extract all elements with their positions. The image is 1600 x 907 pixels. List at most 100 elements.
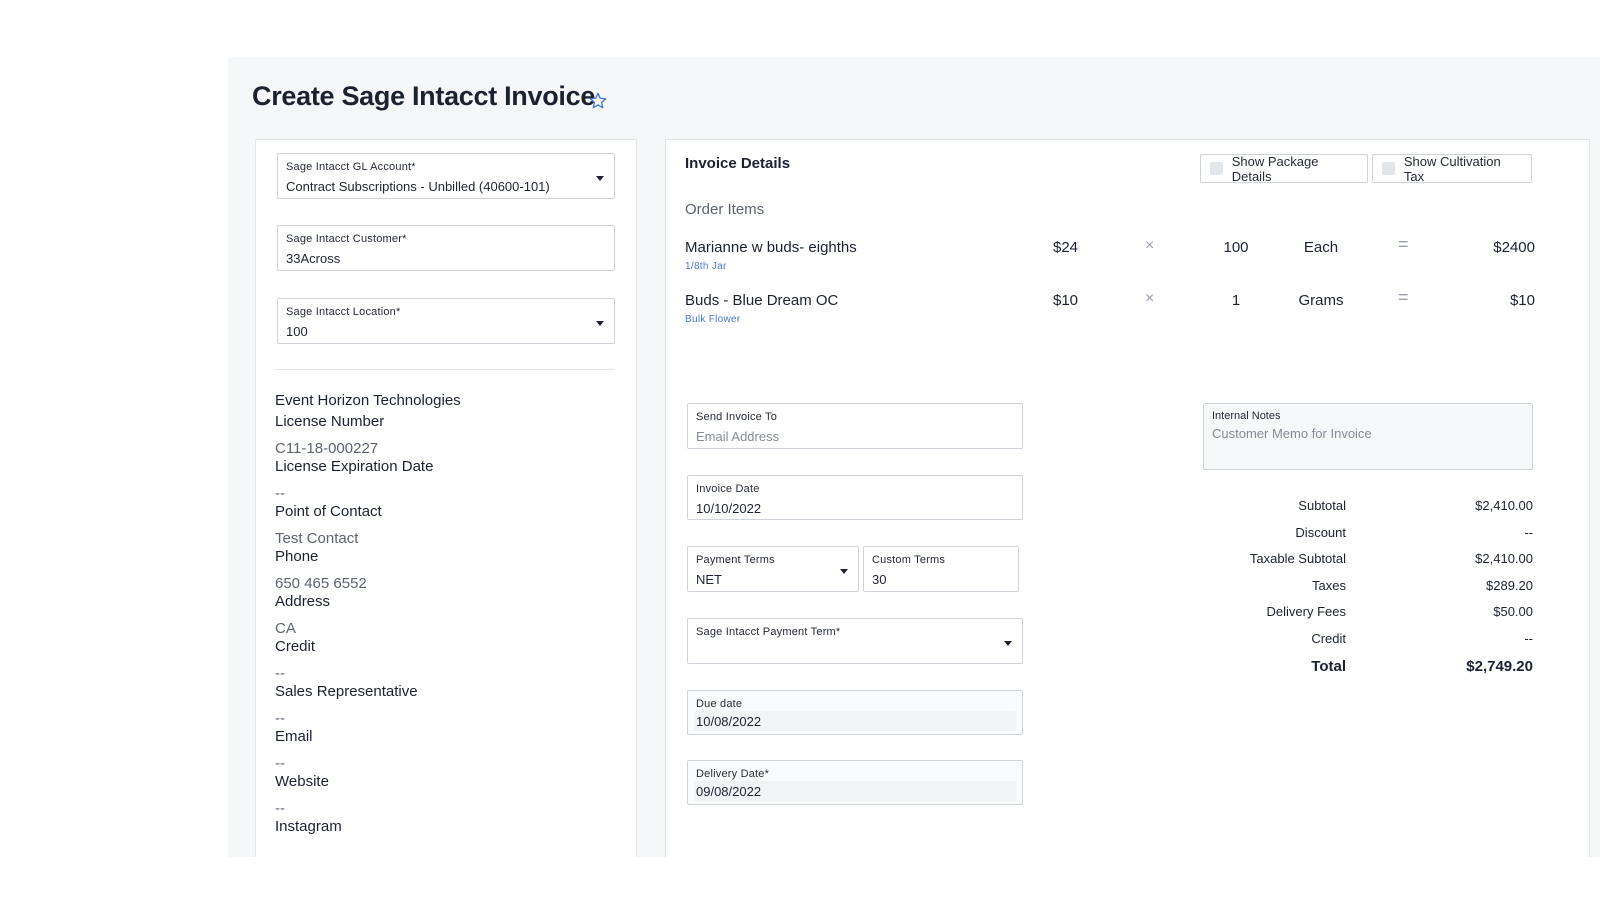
invoice-date-input[interactable]: Invoice Date 10/10/2022 xyxy=(687,475,1023,520)
invoice-details-title: Invoice Details xyxy=(685,155,791,172)
subtotal-label: Subtotal xyxy=(1298,498,1346,513)
taxable-subtotal-row: Taxable Subtotal $2,410.00 xyxy=(1226,551,1536,578)
website-label: Website xyxy=(275,773,329,790)
item-unit: Grams xyxy=(1298,292,1344,309)
send-invoice-to-placeholder: Email Address xyxy=(696,429,780,444)
total-value: $2,749.20 xyxy=(1466,657,1533,675)
payment-terms-value: NET xyxy=(696,572,722,587)
credit-label: Credit xyxy=(275,638,316,655)
order-item-row: Marianne w buds- eighths 1/8th Jar $24 ×… xyxy=(685,234,1565,279)
total-label: Total xyxy=(1311,657,1346,675)
internal-notes-placeholder: Customer Memo for Invoice xyxy=(1212,426,1372,441)
page-title: Create Sage Intacct Invoice xyxy=(252,81,596,111)
due-date-label: Due date xyxy=(696,698,743,710)
license-expiration-value: -- xyxy=(275,485,285,502)
sage-payment-term-label: Sage Intacct Payment Term* xyxy=(696,626,841,638)
equals-icon: = xyxy=(1398,234,1409,254)
caret-down-icon xyxy=(1004,641,1012,646)
sage-payment-term-select[interactable]: Sage Intacct Payment Term* xyxy=(687,618,1023,664)
due-date-value: 10/08/2022 xyxy=(696,714,762,729)
location-select[interactable]: Sage Intacct Location* 100 xyxy=(277,298,615,344)
discount-row: Discount -- xyxy=(1226,525,1536,552)
taxes-value: $289.20 xyxy=(1486,577,1533,593)
website-value: -- xyxy=(275,800,285,817)
order-items-label: Order Items xyxy=(685,201,765,218)
custom-terms-input[interactable]: Custom Terms 30 xyxy=(863,546,1019,592)
location-value: 100 xyxy=(286,324,308,339)
multiply-icon: × xyxy=(1145,290,1155,307)
invoice-date-value: 10/10/2022 xyxy=(696,501,762,516)
show-package-details-toggle[interactable]: Show Package Details xyxy=(1200,153,1368,184)
divider xyxy=(275,369,615,370)
location-label: Sage Intacct Location* xyxy=(286,306,401,318)
customer-info: Event Horizon Technologies License Numbe… xyxy=(275,392,615,836)
delivery-fees-value: $50.00 xyxy=(1493,604,1533,620)
delivery-fees-label: Delivery Fees xyxy=(1266,604,1346,620)
item-name: Buds - Blue Dream OC xyxy=(685,292,839,309)
sales-rep-label: Sales Representative xyxy=(275,683,418,700)
address-label: Address xyxy=(275,593,331,610)
delivery-date-value: 09/08/2022 xyxy=(696,784,762,799)
invoice-date-label: Invoice Date xyxy=(696,483,760,495)
customer-panel: Sage Intacct GL Account* Contract Subscr… xyxy=(255,139,637,857)
order-item-row: Buds - Blue Dream OC Bulk Flower $10 × 1… xyxy=(685,287,1565,332)
multiply-icon: × xyxy=(1145,237,1155,254)
org-name: Event Horizon Technologies xyxy=(275,392,461,409)
checkbox-icon[interactable] xyxy=(1382,162,1395,175)
taxable-subtotal-value: $2,410.00 xyxy=(1475,551,1533,567)
discount-value: -- xyxy=(1524,524,1533,540)
internal-notes-label: Internal Notes xyxy=(1212,410,1281,422)
internal-notes-textarea[interactable]: Internal Notes Customer Memo for Invoice xyxy=(1203,403,1533,470)
instagram-label: Instagram xyxy=(275,818,342,835)
email-value: -- xyxy=(275,755,285,772)
gl-account-select[interactable]: Sage Intacct GL Account* Contract Subscr… xyxy=(277,153,615,199)
sales-rep-value: -- xyxy=(275,710,285,727)
due-date-input[interactable]: Due date 10/08/2022 xyxy=(687,690,1023,735)
show-cultivation-tax-toggle[interactable]: Show Cultivation Tax xyxy=(1372,153,1532,184)
show-package-details-label: Show Package Details xyxy=(1231,153,1319,184)
taxes-row: Taxes $289.20 xyxy=(1226,578,1536,605)
invoice-details-panel: Invoice Details Show Package Details Sho… xyxy=(665,139,1590,857)
email-label: Email xyxy=(275,728,313,745)
license-number-value: C11-18-000227 xyxy=(275,440,379,457)
taxable-subtotal-label: Taxable Subtotal xyxy=(1249,551,1346,567)
address-value: CA xyxy=(275,620,296,637)
payment-terms-select[interactable]: Payment Terms NET xyxy=(687,546,859,592)
customer-label: Sage Intacct Customer* xyxy=(286,233,407,245)
phone-value: 650 465 6552 xyxy=(275,575,367,592)
custom-terms-value: 30 xyxy=(872,572,887,587)
credit-total-label: Credit xyxy=(1311,630,1346,646)
delivery-date-label: Delivery Date* xyxy=(696,768,770,780)
item-price: $24 xyxy=(1053,239,1079,256)
equals-icon: = xyxy=(1398,287,1409,307)
item-unit: Each xyxy=(1303,239,1339,256)
show-cultivation-tax-label: Show Cultivation Tax xyxy=(1403,153,1501,184)
item-category: Bulk Flower xyxy=(685,314,741,325)
item-total: $10 xyxy=(1509,292,1535,309)
customer-field[interactable]: Sage Intacct Customer* 33Across xyxy=(277,225,615,271)
send-invoice-to-label: Send Invoice To xyxy=(696,411,778,423)
gl-account-value: Contract Subscriptions - Unbilled (40600… xyxy=(286,179,550,194)
subtotal-row: Subtotal $2,410.00 xyxy=(1226,498,1536,525)
page-canvas: Create Sage Intacct Invoice Sage Intacct… xyxy=(228,57,1600,857)
caret-down-icon xyxy=(840,569,848,574)
payment-terms-label: Payment Terms xyxy=(696,554,775,566)
star-icon[interactable] xyxy=(588,91,608,111)
phone-label: Phone xyxy=(275,548,319,565)
credit-total-value: -- xyxy=(1524,630,1533,646)
invoice-totals: Subtotal $2,410.00 Discount -- Taxable S… xyxy=(1226,498,1536,684)
item-name: Marianne w buds- eighths xyxy=(685,239,857,256)
point-of-contact-label: Point of Contact xyxy=(275,503,382,520)
total-row: Total $2,749.20 xyxy=(1226,658,1536,685)
delivery-date-input[interactable]: Delivery Date* 09/08/2022 xyxy=(687,760,1023,805)
item-price: $10 xyxy=(1053,292,1079,309)
delivery-fees-row: Delivery Fees $50.00 xyxy=(1226,604,1536,631)
license-number-label: License Number xyxy=(275,413,385,430)
item-category: 1/8th Jar xyxy=(685,261,727,272)
checkbox-icon[interactable] xyxy=(1210,162,1223,175)
gl-account-label: Sage Intacct GL Account* xyxy=(286,161,416,173)
send-invoice-to-input[interactable]: Send Invoice To Email Address xyxy=(687,403,1023,449)
point-of-contact-value: Test Contact xyxy=(275,530,359,547)
customer-value: 33Across xyxy=(286,251,341,266)
credit-row: Credit -- xyxy=(1226,631,1536,658)
